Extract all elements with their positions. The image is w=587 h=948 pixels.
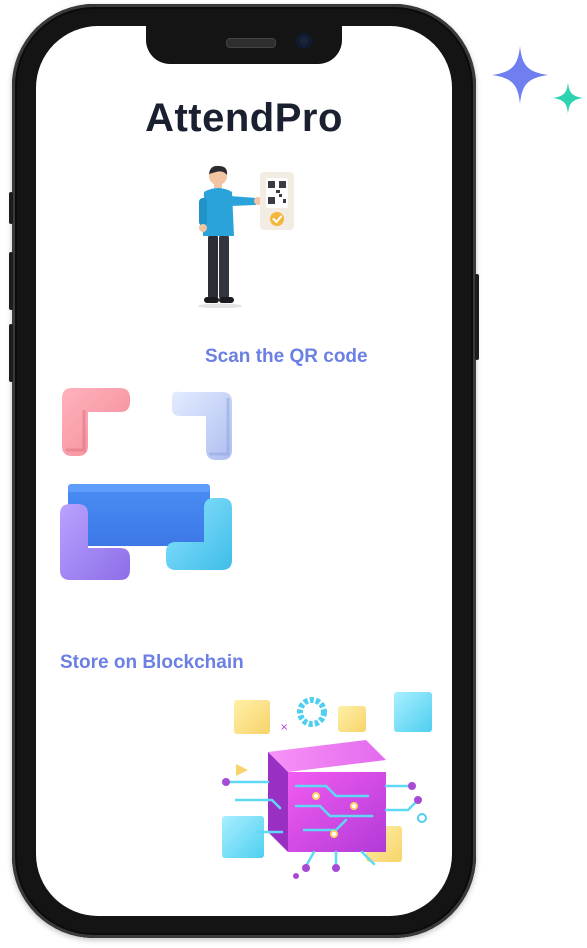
step-caption-scan: Scan the QR code — [205, 346, 368, 367]
blockchain-cube-icon: × — [222, 692, 432, 879]
step-caption-blockchain: Store on Blockchain — [60, 652, 244, 673]
person-scanning-qr-icon — [198, 165, 294, 308]
svg-text:×: × — [280, 722, 288, 733]
power-button — [475, 274, 479, 360]
volume-down-button — [9, 324, 13, 382]
app-title: AttendPro — [145, 96, 343, 140]
front-camera — [296, 33, 312, 49]
phone-mockup: AttendPro Scan the QR code Store on Bloc… — [9, 4, 479, 938]
volume-up-button — [9, 252, 13, 310]
sparkle-small-icon — [553, 82, 583, 114]
qr-scan-frame-icon — [60, 388, 232, 580]
speaker-grille — [226, 38, 276, 48]
sparkle-large-icon — [492, 46, 548, 104]
phone-screen: AttendPro Scan the QR code Store on Bloc… — [36, 26, 452, 916]
notch — [146, 26, 342, 64]
silent-switch — [9, 192, 13, 224]
